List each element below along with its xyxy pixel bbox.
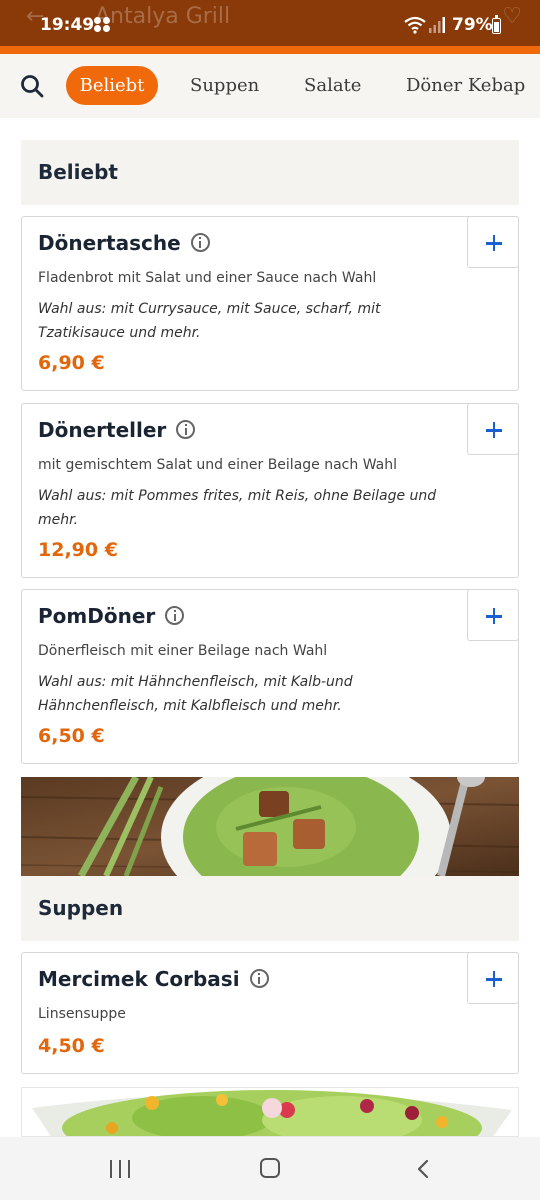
item-options-line: Wahl aus: mit Hähnchenfleisch, mit Kalb-… — [38, 674, 353, 690]
item-options: Wahl aus: mit Pommes frites, mit Reis, o… — [38, 484, 468, 532]
add-item-button[interactable] — [467, 589, 519, 641]
battery-percentage: 79% — [452, 15, 493, 35]
item-name: Dönerteller — [38, 418, 196, 442]
info-icon[interactable] — [165, 606, 185, 625]
menu-item-card[interactable]: Dönertasche Fladenbrot mit Salat und ein… — [21, 216, 519, 391]
item-options-line: Wahl aus: mit Currysauce, mit Sauce, sch… — [38, 301, 381, 317]
tab-suppen[interactable]: Suppen — [190, 66, 259, 105]
info-icon[interactable] — [249, 969, 269, 988]
notification-icon — [94, 17, 112, 33]
item-name-text: PomDöner — [38, 604, 156, 628]
item-name-text: Mercimek Corbasi — [38, 967, 240, 991]
item-options-line: Tzatikisauce und mehr. — [38, 325, 201, 341]
section-title: Beliebt — [38, 160, 118, 184]
tab-salate[interactable]: Salate — [304, 66, 361, 105]
header-accent-bar — [0, 46, 540, 54]
category-nav: Beliebt Suppen Salate Döner Kebap — [0, 54, 540, 118]
add-item-button[interactable] — [467, 216, 519, 268]
search-icon[interactable] — [20, 74, 44, 98]
status-time: 19:49 — [40, 15, 95, 35]
home-icon[interactable] — [260, 1158, 280, 1178]
app-screen: ← Antalya Grill ♡ 19:49 79% Beliebt Supp… — [0, 0, 540, 1200]
app-title: Antalya Grill — [95, 4, 231, 29]
menu-item-card[interactable]: PomDöner Dönerfleisch mit einer Beilage … — [21, 589, 519, 764]
section-title: Suppen — [38, 896, 124, 920]
tab-beliebt[interactable]: Beliebt — [66, 66, 158, 105]
item-price: 6,50 € — [38, 725, 105, 747]
system-nav-bar — [0, 1137, 540, 1200]
item-description: Fladenbrot mit Salat und einer Sauce nac… — [38, 270, 377, 286]
section-header-suppen: Suppen — [21, 876, 519, 941]
favorite-heart-icon[interactable]: ♡ — [502, 4, 522, 29]
item-options-line: Wahl aus: mit Pommes frites, mit Reis, o… — [38, 488, 437, 504]
signal-icon — [429, 17, 445, 33]
menu-item-card[interactable]: Dönerteller mit gemischtem Salat und ein… — [21, 403, 519, 578]
item-name-text: Dönertasche — [38, 231, 181, 255]
back-icon[interactable] — [414, 1159, 432, 1179]
item-name: Dönertasche — [38, 231, 210, 255]
add-item-button[interactable] — [467, 403, 519, 455]
item-price: 12,90 € — [38, 539, 118, 561]
add-item-button[interactable] — [467, 952, 519, 1004]
recent-apps-icon[interactable] — [110, 1160, 130, 1178]
section-header-beliebt: Beliebt — [21, 140, 519, 205]
info-icon[interactable] — [190, 233, 210, 252]
item-price: 4,50 € — [38, 1035, 105, 1057]
item-description: Linsensuppe — [38, 1006, 126, 1022]
tab-doener-kebap[interactable]: Döner Kebap — [406, 66, 525, 105]
battery-icon — [492, 15, 501, 34]
item-options: Wahl aus: mit Hähnchenfleisch, mit Kalb-… — [38, 670, 468, 718]
item-options-line: mehr. — [38, 512, 79, 528]
menu-item-card[interactable]: Mercimek Corbasi Linsensuppe 4,50 € — [21, 952, 519, 1074]
status-bar: ← Antalya Grill ♡ 19:49 79% — [0, 0, 540, 46]
item-description: Dönerfleisch mit einer Beilage nach Wahl — [38, 643, 328, 659]
wifi-icon — [404, 16, 426, 34]
item-name-text: Dönerteller — [38, 418, 167, 442]
item-name: PomDöner — [38, 604, 185, 628]
item-description: mit gemischtem Salat und einer Beilage n… — [38, 457, 397, 473]
salate-banner-image — [21, 1087, 519, 1137]
item-options-line: Hähnchenfleisch, mit Kalbfleisch und meh… — [38, 698, 342, 714]
suppen-banner-image — [21, 777, 519, 876]
item-name: Mercimek Corbasi — [38, 967, 269, 991]
item-options: Wahl aus: mit Currysauce, mit Sauce, sch… — [38, 297, 468, 345]
info-icon[interactable] — [176, 420, 196, 439]
item-price: 6,90 € — [38, 352, 105, 374]
